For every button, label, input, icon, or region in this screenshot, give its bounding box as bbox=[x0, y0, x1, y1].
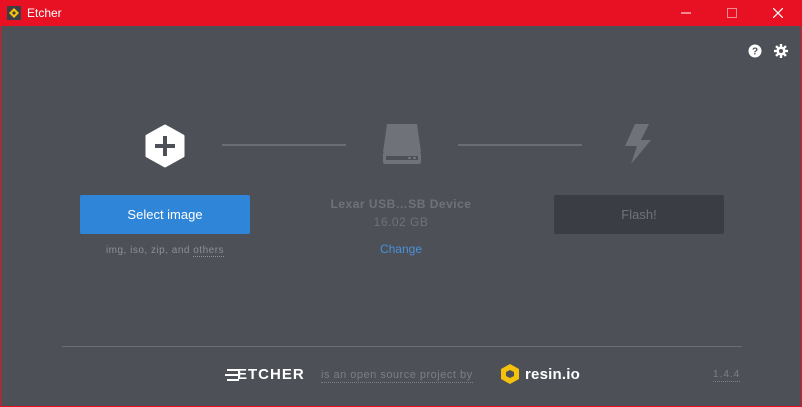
step-connector bbox=[222, 144, 346, 146]
etcher-app-icon bbox=[7, 6, 21, 20]
resin-wordmark[interactable]: resin.io bbox=[525, 366, 580, 383]
change-drive-link[interactable]: Change bbox=[301, 242, 501, 256]
drive-size: 16.02 GB bbox=[373, 215, 429, 229]
others-link[interactable]: others bbox=[193, 245, 225, 257]
maximize-icon bbox=[727, 8, 737, 18]
close-icon bbox=[773, 8, 783, 18]
plus-icon bbox=[145, 124, 185, 168]
lightning-icon bbox=[625, 124, 651, 164]
drive-icon bbox=[383, 124, 421, 164]
minimize-button[interactable] bbox=[663, 0, 709, 26]
version-label[interactable]: 1.4.4 bbox=[713, 369, 741, 382]
svg-text:?: ? bbox=[752, 47, 758, 58]
app-window: Etcher ? Select image img, iso, zip, and… bbox=[1, 0, 801, 406]
select-image-button[interactable]: Select image bbox=[80, 195, 250, 234]
gear-icon[interactable] bbox=[774, 44, 788, 58]
maximize-button[interactable] bbox=[709, 0, 755, 26]
drive-name: Lexar USB…SB Device bbox=[330, 197, 472, 211]
footer-divider bbox=[62, 346, 742, 347]
etcher-wordmark: ETCHER bbox=[237, 366, 305, 383]
formats-text: img, iso, zip, and bbox=[105, 245, 194, 256]
close-button[interactable] bbox=[755, 0, 801, 26]
footer-tagline: is an open source project by bbox=[321, 369, 473, 383]
title-bar[interactable]: Etcher bbox=[1, 0, 801, 26]
etcher-logo[interactable]: ETCHER bbox=[225, 366, 309, 383]
step-connector bbox=[458, 144, 582, 146]
minimize-icon bbox=[681, 12, 691, 14]
flash-button[interactable]: Flash! bbox=[554, 195, 724, 234]
window-title: Etcher bbox=[27, 6, 62, 20]
help-icon[interactable]: ? bbox=[748, 44, 762, 58]
resin-logo-icon[interactable] bbox=[499, 363, 521, 385]
supported-formats-hint: img, iso, zip, and others bbox=[80, 245, 250, 257]
